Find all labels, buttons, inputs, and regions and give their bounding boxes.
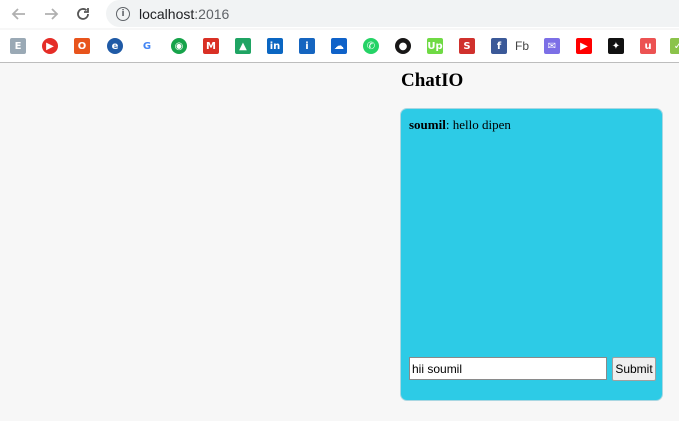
office-icon[interactable]: O — [74, 38, 90, 54]
github-icon[interactable]: ● — [395, 38, 411, 54]
address-bar[interactable]: i localhost:2016 — [106, 0, 679, 27]
chat-message: soumil: hello dipen — [409, 117, 511, 133]
facebook-icon[interactable]: f — [491, 38, 507, 54]
edge-icon[interactable]: e — [107, 38, 123, 54]
site-info-icon[interactable]: i — [116, 6, 130, 21]
green-app-icon[interactable]: ◉ — [171, 38, 187, 54]
page-title: ChatIO — [401, 70, 464, 91]
message-input[interactable] — [409, 357, 607, 380]
browser-toolbar: i localhost:2016 — [0, 0, 679, 28]
upwork-icon[interactable]: Up — [427, 38, 443, 54]
message-text: hello dipen — [449, 117, 511, 132]
udemy-icon[interactable]: u — [640, 38, 656, 54]
url-text: localhost:2016 — [139, 5, 230, 22]
google-icon[interactable]: G — [139, 38, 155, 54]
linkedin-icon[interactable]: in — [267, 38, 283, 54]
star-app-icon[interactable]: ✦ — [608, 38, 624, 54]
youtube-icon[interactable]: ▶ — [576, 38, 592, 54]
youtube-red-icon[interactable]: ▶ — [42, 38, 58, 54]
red-app-icon[interactable]: S — [459, 38, 475, 54]
mail-icon[interactable]: ✉ — [544, 38, 560, 54]
info-app-icon[interactable]: i — [299, 38, 315, 54]
elementor-icon[interactable]: E — [10, 38, 26, 54]
bookmark-fb-label[interactable]: Fb — [515, 38, 529, 54]
onedrive-icon[interactable]: ☁ — [331, 38, 347, 54]
message-sender: soumil — [409, 117, 446, 132]
reload-icon[interactable] — [72, 3, 94, 25]
google-drive-icon[interactable]: ▲ — [235, 38, 251, 54]
forward-arrow-icon[interactable] — [40, 3, 62, 25]
back-arrow-icon[interactable] — [8, 3, 30, 25]
submit-button[interactable]: Submit — [612, 357, 656, 381]
whatsapp-icon[interactable]: ✆ — [363, 38, 379, 54]
bookmarks-bar: E ▶ Oe G ◉ M ▲ in i ☁ ✆ ● Up Sf ✉ ▶ ✦ u ✓ Fb — [0, 30, 679, 63]
gmail-icon[interactable]: M — [203, 38, 219, 54]
chat-panel: soumil: hello dipen Submit — [400, 108, 663, 401]
green-bookmark-icon[interactable]: ✓ — [670, 38, 679, 54]
